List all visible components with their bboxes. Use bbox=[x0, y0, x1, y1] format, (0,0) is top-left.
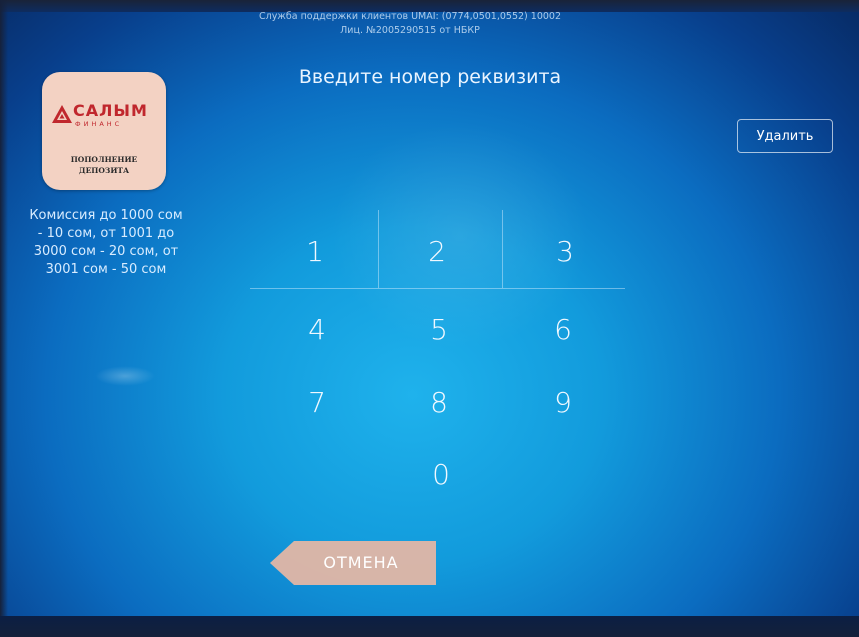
cancel-label: ОТМЕНА bbox=[323, 553, 399, 572]
keypad-divider bbox=[502, 210, 503, 288]
key-1[interactable]: 1 bbox=[280, 227, 350, 277]
service-caption: ПОПОЛНЕНИЕ ДЕПОЗИТА bbox=[70, 155, 138, 175]
delete-button[interactable]: Удалить bbox=[737, 119, 833, 153]
bezel-bottom bbox=[0, 616, 859, 637]
screen-smudge bbox=[95, 366, 155, 386]
keypad-divider bbox=[378, 210, 379, 288]
cancel-button[interactable]: ОТМЕНА bbox=[270, 541, 436, 585]
keypad-divider bbox=[250, 288, 625, 289]
key-3[interactable]: 3 bbox=[530, 227, 600, 277]
support-info: Служба поддержки клиентов UMAI: (0774,05… bbox=[200, 10, 620, 38]
salym-logo-icon bbox=[52, 105, 72, 123]
key-7[interactable]: 7 bbox=[282, 378, 352, 428]
kiosk-screen: Служба поддержки клиентов UMAI: (0774,05… bbox=[0, 0, 859, 637]
provider-logo-card: САЛЫМ ФИНАНС ПОПОЛНЕНИЕ ДЕПОЗИТА bbox=[42, 72, 166, 190]
commission-info: Комиссия до 1000 сом - 10 сом, от 1001 д… bbox=[29, 208, 183, 277]
key-4[interactable]: 4 bbox=[282, 305, 352, 355]
key-5[interactable]: 5 bbox=[404, 305, 474, 355]
key-6[interactable]: 6 bbox=[528, 305, 598, 355]
key-8[interactable]: 8 bbox=[404, 378, 474, 428]
license-line: Лиц. №2005290515 от НБКР bbox=[340, 25, 480, 36]
support-line: Служба поддержки клиентов UMAI: (0774,05… bbox=[258, 11, 561, 22]
key-0[interactable]: 0 bbox=[406, 450, 476, 500]
page-title: Введите номер реквизита bbox=[298, 66, 562, 88]
bezel-left bbox=[0, 0, 8, 637]
key-9[interactable]: 9 bbox=[528, 378, 598, 428]
provider-logo-sub: ФИНАНС bbox=[75, 120, 123, 128]
numeric-keypad: 1 2 3 4 5 6 7 8 9 0 bbox=[250, 210, 625, 500]
provider-logo-name: САЛЫМ bbox=[73, 101, 148, 120]
key-2[interactable]: 2 bbox=[402, 227, 472, 277]
